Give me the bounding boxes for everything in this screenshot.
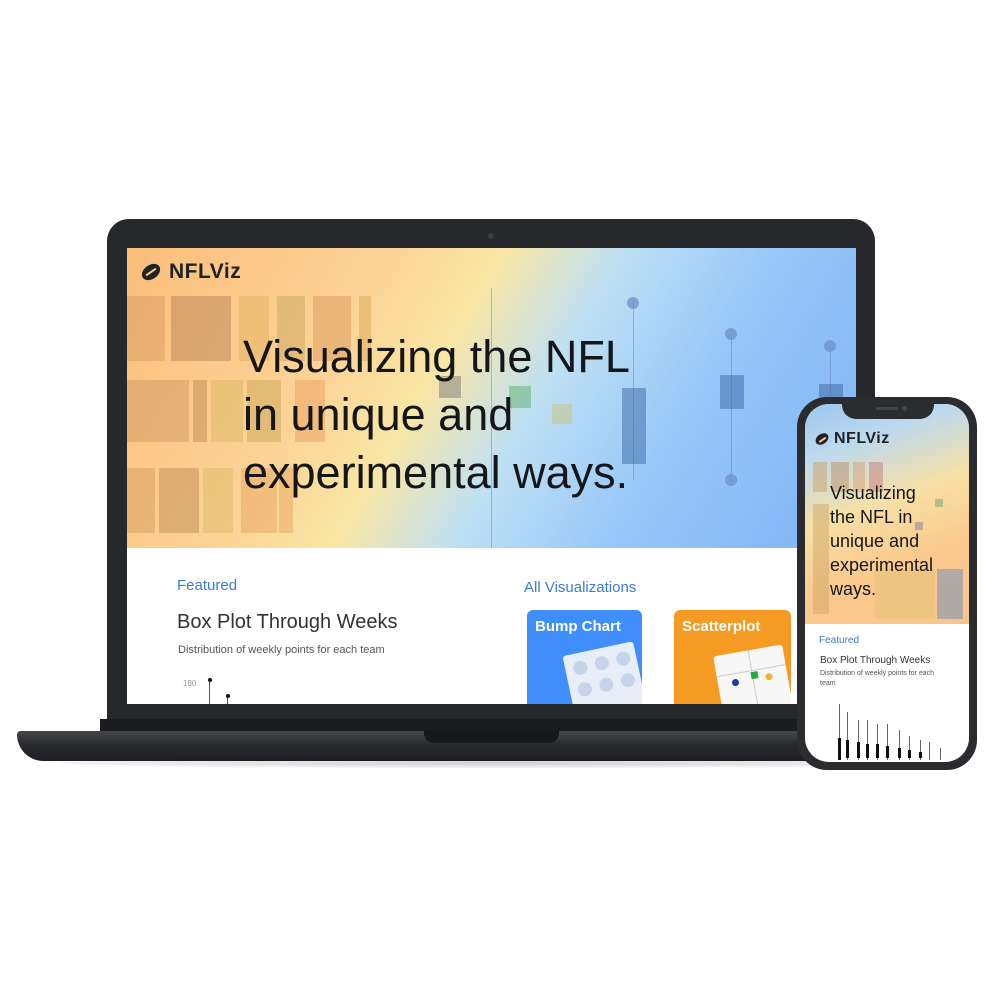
decor-rect <box>813 462 827 492</box>
hero-title: Visualizing the NFL in unique and experi… <box>243 328 630 502</box>
scatterplot-card[interactable]: Scatterplot <box>674 610 791 704</box>
scatterplot-thumbnail <box>713 644 791 704</box>
card-title: Bump Chart <box>535 618 621 635</box>
decor-rect <box>127 380 189 442</box>
decor-rect <box>720 375 744 409</box>
site-logo[interactable]: NFLViz <box>138 260 242 284</box>
laptop-trackpad-notch <box>424 731 559 743</box>
bump-chart-thumbnail <box>562 641 642 704</box>
hero-title-line: in unique and <box>243 389 514 440</box>
all-visualizations-label: All Visualizations <box>524 579 637 596</box>
mobile-brand-name: NFLViz <box>834 430 890 447</box>
phone-speaker <box>876 407 898 410</box>
mobile-hero-banner: NFLViz Visualizing the NFL in unique and… <box>805 404 969 624</box>
card-title: Scatterplot <box>682 618 761 635</box>
mobile-site-logo[interactable]: NFLViz <box>813 430 890 448</box>
hero-title-line: unique and <box>830 531 920 551</box>
hero-title-line: the NFL in <box>830 507 913 527</box>
hero-title-line: experimental <box>830 555 934 575</box>
mobile-featured-label: Featured <box>819 635 860 646</box>
hero-title-line: experimental ways. <box>243 447 629 498</box>
laptop-camera <box>488 233 494 239</box>
decor-rect <box>203 468 233 533</box>
chart-whisker <box>209 682 210 704</box>
decor-rect <box>937 569 963 619</box>
laptop-screen: NFLViz Visualizing the NFL in unique and… <box>127 248 856 704</box>
main-content: Featured Box Plot Through Weeks Distribu… <box>127 548 856 704</box>
brand-name: NFLViz <box>169 260 242 283</box>
mobile-featured-title[interactable]: Box Plot Through Weeks <box>820 655 930 666</box>
decor-line <box>633 300 634 480</box>
decor-dot <box>725 328 737 340</box>
decor-rect <box>127 296 165 361</box>
decor-rect <box>193 380 207 442</box>
featured-title[interactable]: Box Plot Through Weeks <box>177 611 398 634</box>
phone-camera <box>902 406 907 411</box>
subtitle-line: team <box>820 680 836 687</box>
decor-rect <box>127 468 155 533</box>
decor-rect <box>211 380 243 442</box>
decor-rect <box>159 468 199 533</box>
decor-rect <box>171 296 231 361</box>
chart-whisker <box>227 698 228 704</box>
decor-dot <box>627 297 639 309</box>
football-icon <box>813 430 831 448</box>
bump-chart-card[interactable]: Bump Chart <box>527 610 642 704</box>
hero-title-line: ways. <box>830 579 877 599</box>
subtitle-line: Distribution of weekly points for each <box>820 670 934 677</box>
decor-line <box>731 334 732 482</box>
mobile-box-plot <box>825 700 965 762</box>
axis-tick-label: 180 <box>183 679 197 688</box>
hero-title-line: Visualizing the NFL <box>243 331 630 382</box>
phone-screen: NFLViz Visualizing the NFL in unique and… <box>805 404 969 762</box>
hero-title-line: Visualizing <box>830 483 916 503</box>
featured-label: Featured <box>177 577 238 594</box>
mobile-hero-title: Visualizing the NFL in unique and experi… <box>830 481 933 601</box>
mobile-featured-subtitle: Distribution of weekly points for each t… <box>820 669 934 689</box>
decor-rect <box>813 504 829 614</box>
decor-dot <box>725 474 737 486</box>
decor-rect <box>935 499 943 507</box>
football-icon <box>138 260 164 284</box>
decor-dot <box>824 340 836 352</box>
hero-banner: NFLViz Visualizing the NFL in unique and… <box>127 248 856 548</box>
featured-subtitle: Distribution of weekly points for each t… <box>178 644 385 656</box>
